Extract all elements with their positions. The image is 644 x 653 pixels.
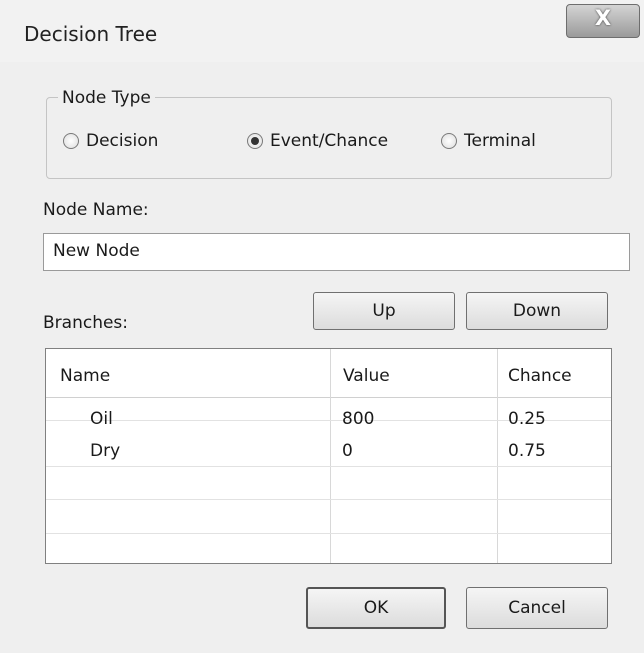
radio-decision[interactable]: Decision — [63, 131, 158, 151]
ok-button[interactable]: OK — [306, 587, 446, 629]
title-bar: Decision Tree X — [0, 0, 644, 62]
branches-label: Branches: — [43, 313, 129, 333]
dialog-window: Decision Tree X Node Type Decision Event… — [0, 0, 644, 653]
cancel-button[interactable]: Cancel — [466, 587, 608, 629]
radio-event-chance-label: Event/Chance — [270, 131, 389, 151]
column-header-value[interactable]: Value — [343, 366, 390, 386]
radio-icon — [247, 133, 263, 149]
up-button[interactable]: Up — [313, 292, 455, 330]
radio-decision-label: Decision — [86, 131, 159, 151]
close-button[interactable]: X — [566, 4, 640, 38]
column-header-name[interactable]: Name — [60, 366, 110, 386]
column-divider — [330, 349, 331, 563]
column-header-chance[interactable]: Chance — [508, 366, 572, 386]
row-name-cell[interactable]: Dry — [90, 441, 120, 461]
row-divider — [46, 499, 611, 500]
radio-terminal-label: Terminal — [464, 131, 536, 151]
radio-terminal[interactable]: Terminal — [441, 131, 536, 151]
radio-icon — [63, 133, 79, 149]
radio-event-chance[interactable]: Event/Chance — [247, 131, 388, 151]
down-button[interactable]: Down — [466, 292, 608, 330]
row-chance-cell[interactable]: 0.25 — [508, 409, 546, 429]
node-name-label: Node Name: — [43, 200, 149, 220]
row-divider — [46, 533, 611, 534]
window-title: Decision Tree — [24, 22, 158, 46]
close-icon: X — [594, 6, 612, 30]
row-divider — [46, 466, 611, 467]
node-name-input[interactable]: New Node — [43, 233, 630, 271]
branches-table: Name Value Chance Oil 800 0.25 Dry 0 0.7… — [45, 348, 612, 564]
radio-icon — [441, 133, 457, 149]
row-value-cell[interactable]: 800 — [342, 409, 374, 429]
column-divider — [497, 349, 498, 563]
row-name-cell[interactable]: Oil — [90, 409, 113, 429]
node-type-label: Node Type — [58, 88, 155, 108]
row-chance-cell[interactable]: 0.75 — [508, 441, 546, 461]
row-value-cell[interactable]: 0 — [342, 441, 353, 461]
